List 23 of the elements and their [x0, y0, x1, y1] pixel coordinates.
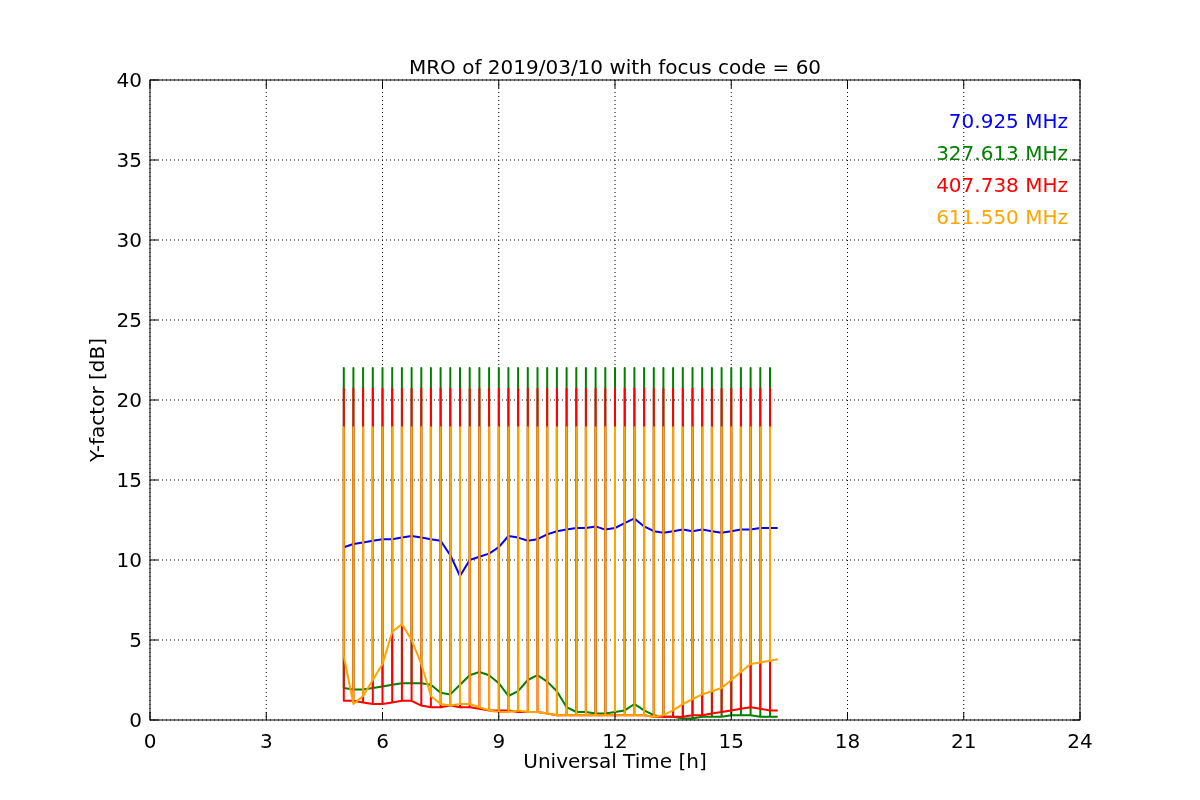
tick-label: 0	[143, 729, 157, 753]
tick-label: 18	[834, 729, 861, 753]
tick-label: 10	[116, 548, 142, 572]
tick-label: 6	[376, 729, 389, 753]
tick-label: 30	[116, 228, 142, 252]
tick-label: 15	[116, 468, 142, 492]
tick-label: 3	[259, 729, 273, 753]
tick-label: 25	[116, 308, 142, 332]
legend-label: 407.738 MHz	[936, 173, 1068, 197]
tick-label: 0	[129, 708, 142, 732]
legend-label: 611.550 MHz	[936, 205, 1068, 229]
chart-title: MRO of 2019/03/10 with focus code = 60	[408, 55, 822, 79]
legend-label: 70.925 MHz	[948, 109, 1068, 133]
tick-label: 5	[129, 628, 142, 652]
tick-label: 35	[116, 148, 142, 172]
tick-label: 9	[492, 729, 506, 753]
tick-label: 15	[718, 729, 744, 753]
tick-label: 24	[1067, 729, 1093, 753]
tick-label: 40	[116, 68, 142, 92]
tick-label: 20	[116, 388, 142, 412]
legend-label: 327.613 MHz	[936, 141, 1068, 165]
tick-label: 21	[951, 729, 977, 753]
y-axis-label: Y-factor [dB]	[85, 338, 109, 462]
